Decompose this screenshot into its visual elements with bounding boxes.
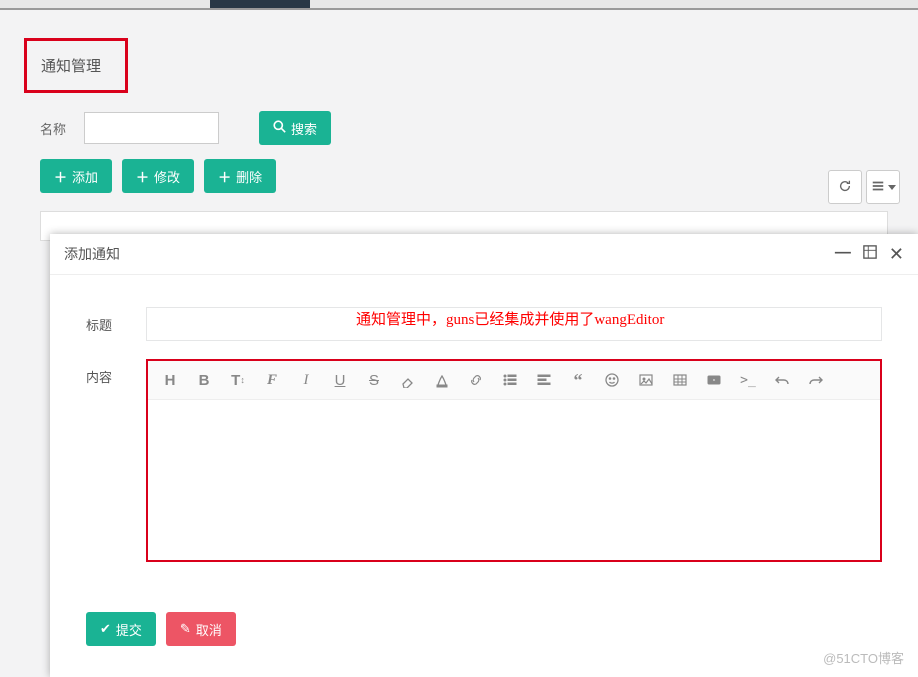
video-icon[interactable] [700, 367, 728, 393]
fontfamily-icon[interactable]: F [258, 367, 286, 393]
delete-button-label: 删除 [236, 167, 262, 186]
quote-icon[interactable]: “ [564, 367, 592, 393]
forecolor-icon[interactable] [428, 367, 456, 393]
redo-icon[interactable] [802, 367, 830, 393]
search-input[interactable] [84, 112, 219, 144]
search-label: 名称 [40, 119, 66, 138]
check-icon: ✔ [100, 621, 111, 637]
annotation-text: 通知管理中，guns已经集成并使用了wangEditor [356, 308, 664, 329]
title-label: 标题 [86, 307, 146, 334]
content-label: 内容 [86, 359, 146, 386]
refresh-icon [838, 179, 852, 196]
maximize-icon[interactable] [863, 245, 877, 263]
page-title: 通知管理 [24, 38, 128, 93]
edit-button-label: 修改 [154, 167, 180, 186]
plus-icon: ＋ [136, 167, 149, 186]
search-button-label: 搜索 [291, 119, 317, 138]
content-row: 内容 H B T↕ F I U S [86, 359, 882, 562]
search-button[interactable]: 搜索 [259, 111, 331, 145]
editor-content-area[interactable] [148, 400, 880, 560]
table-tools [828, 170, 900, 204]
table-icon[interactable] [666, 367, 694, 393]
link-icon[interactable] [462, 367, 490, 393]
search-toolbar: 名称 搜索 [0, 93, 918, 153]
action-toolbar: ＋ 添加 ＋ 修改 ＋ 删除 [0, 153, 918, 203]
list-icon[interactable] [496, 367, 524, 393]
modal-footer: ✔ 提交 ✎ 取消 [50, 604, 918, 664]
bold-icon[interactable]: B [190, 367, 218, 393]
image-icon[interactable] [632, 367, 660, 393]
rich-text-editor: H B T↕ F I U S “ [146, 359, 882, 562]
cancel-button[interactable]: ✎ 取消 [166, 612, 236, 646]
refresh-button[interactable] [828, 170, 862, 204]
italic-icon[interactable]: I [292, 367, 320, 393]
fontsize-icon[interactable]: T↕ [224, 367, 252, 393]
eraser-icon: ✎ [180, 621, 191, 637]
modal-titlebar: 添加通知 — ✕ [50, 234, 918, 275]
editor-toolbar: H B T↕ F I U S “ [148, 361, 880, 400]
close-icon[interactable]: ✕ [889, 245, 904, 263]
submit-button-label: 提交 [116, 620, 142, 639]
submit-button[interactable]: ✔ 提交 [86, 612, 156, 646]
emoji-icon[interactable] [598, 367, 626, 393]
add-button-label: 添加 [72, 167, 98, 186]
active-tab-indicator [210, 0, 310, 8]
cancel-button-label: 取消 [196, 620, 222, 639]
eraser-icon[interactable] [394, 367, 422, 393]
code-icon[interactable]: >_ [734, 367, 762, 393]
align-icon[interactable] [530, 367, 558, 393]
plus-icon: ＋ [54, 167, 67, 186]
modal-title: 添加通知 [64, 244, 120, 264]
list-icon [871, 179, 885, 196]
strike-icon[interactable]: S [360, 367, 388, 393]
plus-icon: ＋ [218, 167, 231, 186]
top-nav-bar [0, 0, 918, 10]
underline-icon[interactable]: U [326, 367, 354, 393]
search-icon [273, 120, 286, 136]
modal-body: 标题 内容 H B T↕ F I U S [64, 289, 904, 590]
columns-button[interactable] [866, 170, 900, 204]
add-notice-modal: 添加通知 — ✕ 标题 内容 H B T↕ [50, 234, 918, 677]
minimize-icon[interactable]: — [835, 245, 851, 263]
modal-window-controls: — ✕ [835, 245, 904, 263]
heading-icon[interactable]: H [156, 367, 184, 393]
delete-button[interactable]: ＋ 删除 [204, 159, 276, 193]
watermark: @51CTO博客 [823, 648, 904, 667]
add-button[interactable]: ＋ 添加 [40, 159, 112, 193]
edit-button[interactable]: ＋ 修改 [122, 159, 194, 193]
undo-icon[interactable] [768, 367, 796, 393]
